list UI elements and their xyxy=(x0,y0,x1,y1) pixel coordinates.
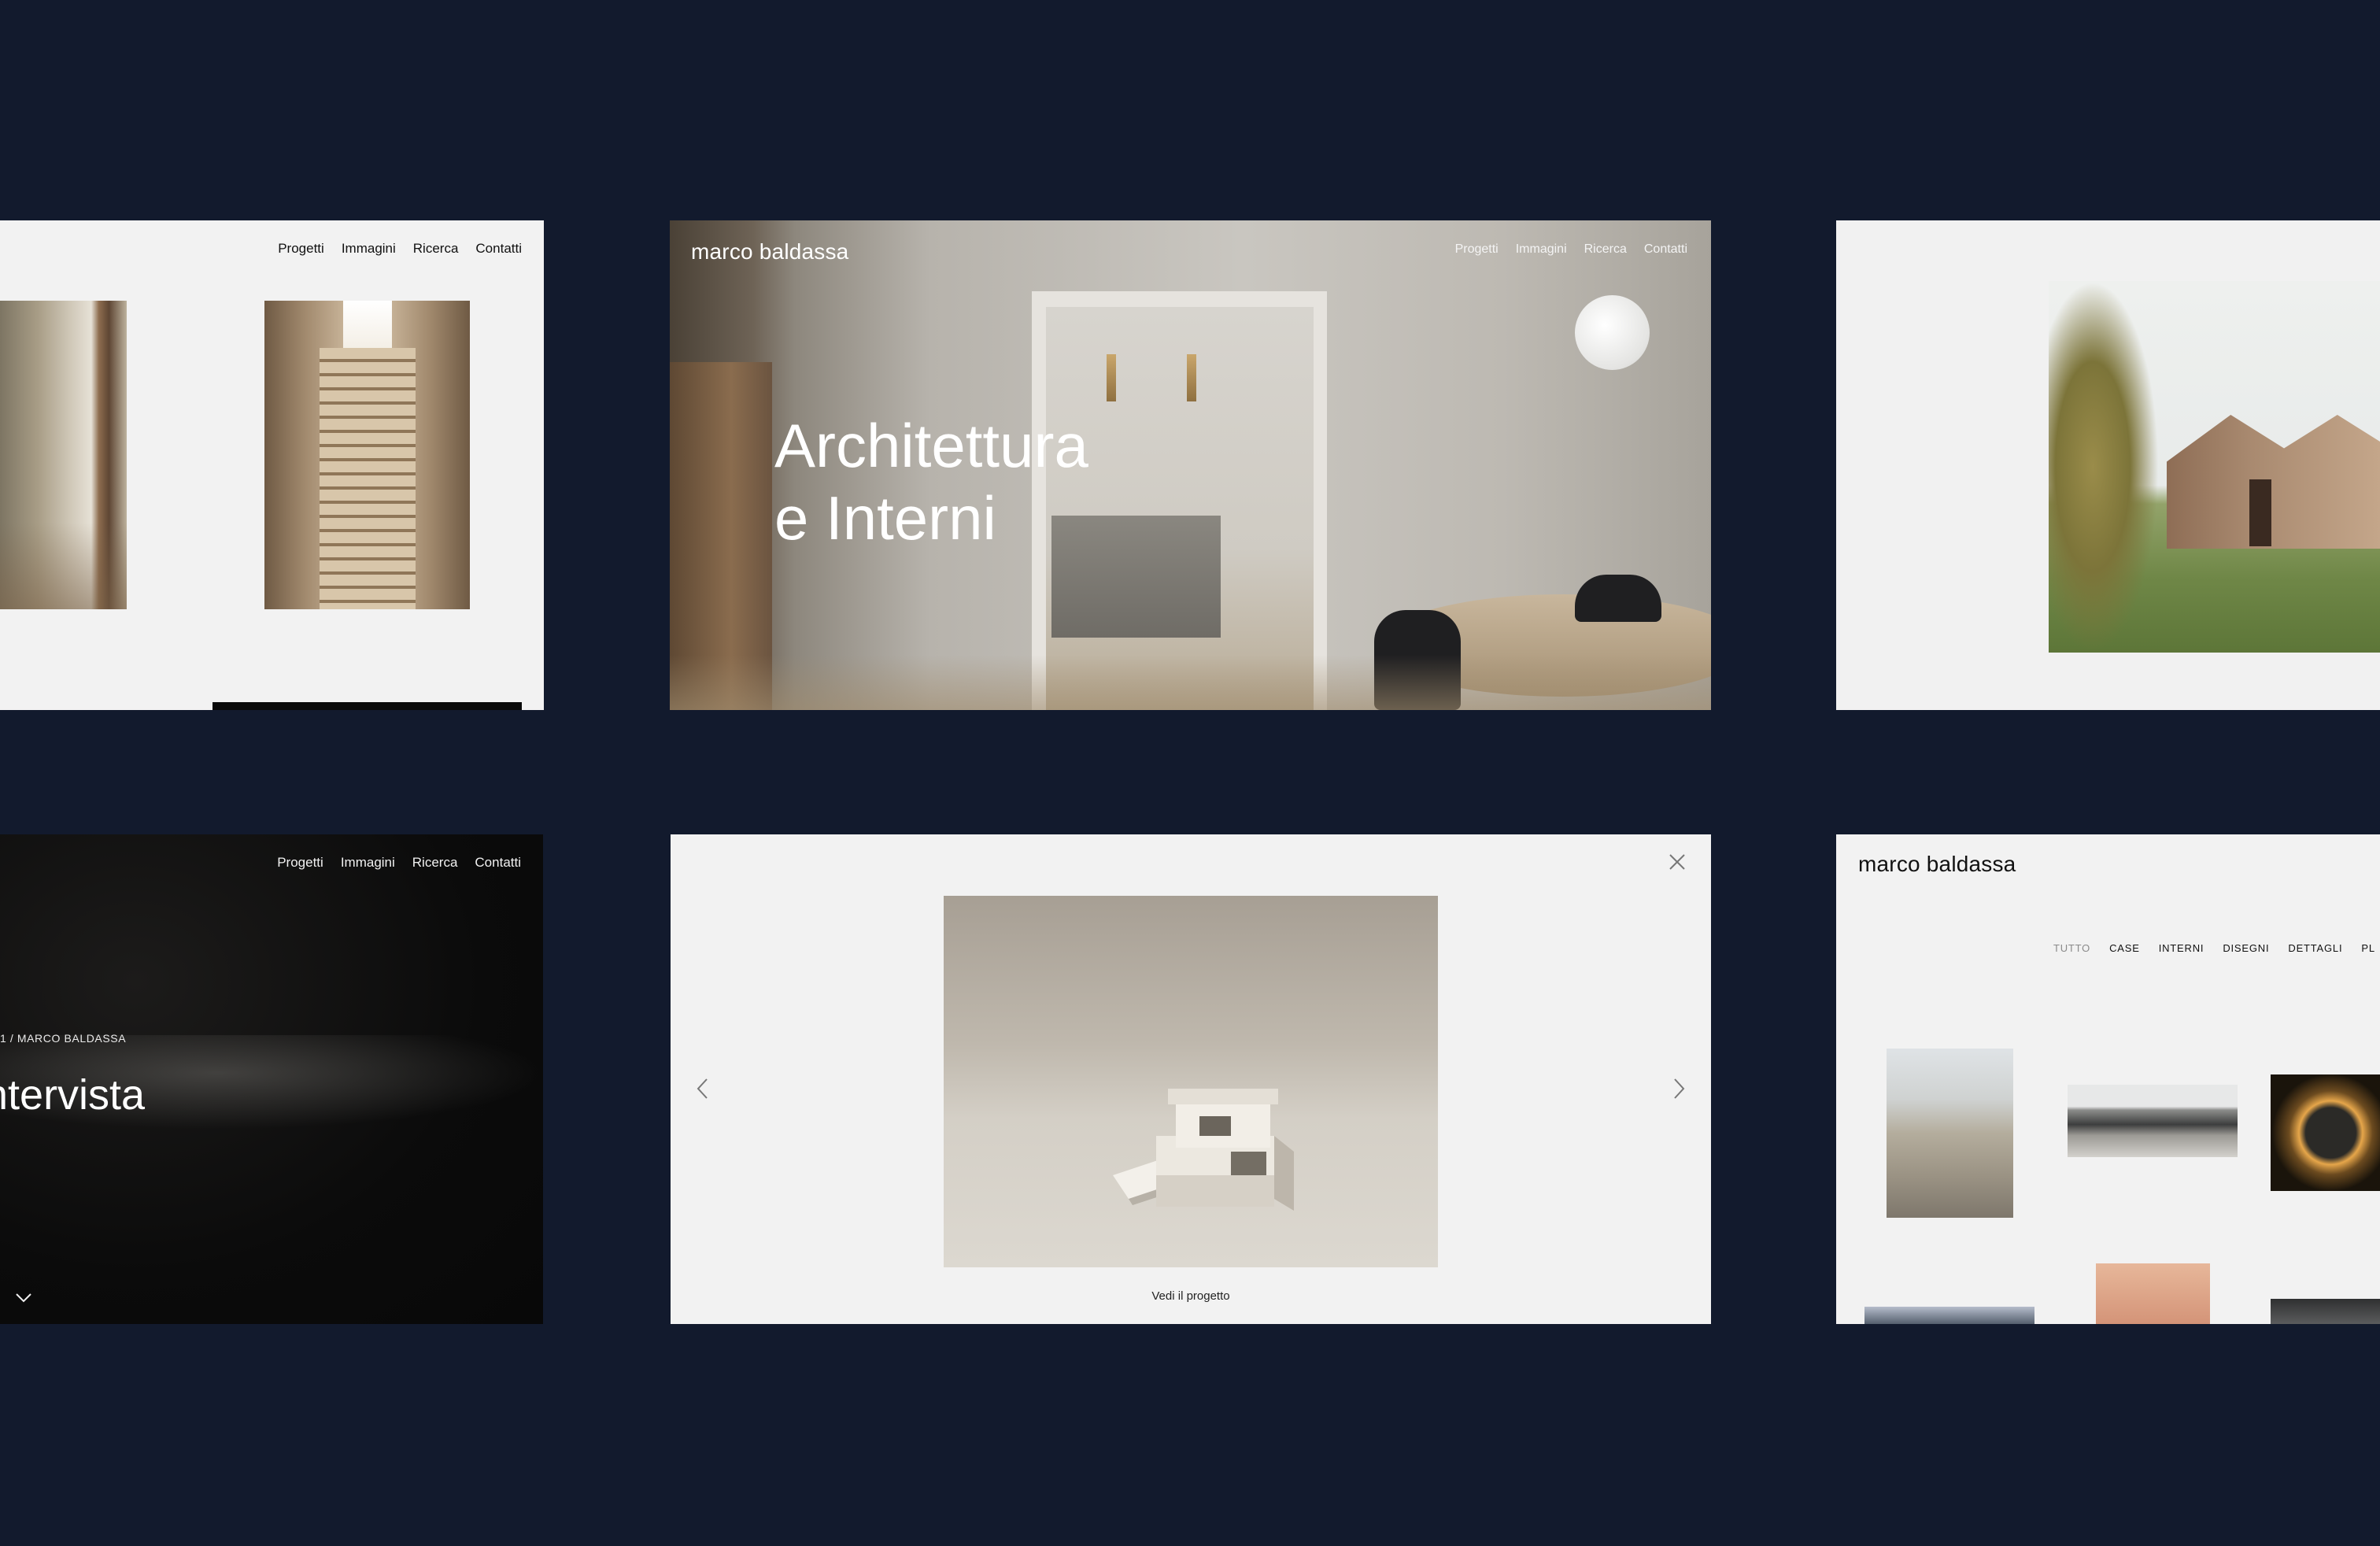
chevron-right-icon[interactable] xyxy=(1670,1077,1687,1100)
chair xyxy=(1575,575,1661,622)
site-logo[interactable]: marco baldassa xyxy=(1858,852,2016,877)
interview-card: Progetti Immagini Ricerca Contatti 1 / M… xyxy=(0,834,543,1324)
top-nav: Progetti Immagini Ricerca Contatti xyxy=(278,241,522,257)
filter-disegni[interactable]: DISEGNI xyxy=(2223,942,2269,954)
lightbox-card: Vedi il progetto xyxy=(671,834,1711,1324)
house-photo[interactable] xyxy=(2049,281,2380,653)
grid-thumbnail[interactable] xyxy=(2271,1299,2380,1324)
pendant-lamp xyxy=(1107,354,1116,401)
brick-house xyxy=(2167,415,2380,549)
nav-immagini[interactable]: Immagini xyxy=(1516,242,1567,257)
skylight xyxy=(343,301,392,348)
staircase-photo[interactable] xyxy=(264,301,470,609)
tree xyxy=(2049,281,2159,653)
house-door xyxy=(2249,479,2271,546)
grid-thumbnail[interactable] xyxy=(1864,1307,2034,1324)
breadcrumb: 1 / MARCO BALDASSA xyxy=(0,1032,127,1045)
nav-immagini[interactable]: Immagini xyxy=(341,855,395,871)
site-logo[interactable]: marco baldassa xyxy=(691,239,848,264)
floor xyxy=(670,655,1711,710)
filter-case[interactable]: CASE xyxy=(2109,942,2140,954)
hero-card: marco baldassa Progetti Immagini Ricerca… xyxy=(670,220,1711,710)
nav-ricerca[interactable]: Ricerca xyxy=(412,855,458,871)
filter-dettagli[interactable]: DETTAGLI xyxy=(2288,942,2342,954)
nav-progetti[interactable]: Progetti xyxy=(1455,242,1499,257)
nav-ricerca[interactable]: Ricerca xyxy=(1584,242,1627,257)
filter-tutto[interactable]: TUTTO xyxy=(2053,942,2090,954)
nav-immagini[interactable]: Immagini xyxy=(342,241,396,257)
nav-contatti[interactable]: Contatti xyxy=(1644,242,1687,257)
grid-thumbnail[interactable] xyxy=(2271,1074,2380,1191)
grid-thumbnail[interactable] xyxy=(2096,1263,2210,1324)
architecture-model xyxy=(1113,1089,1294,1211)
globe-lamp xyxy=(1575,295,1650,370)
hero-title: Architettura e Interni xyxy=(774,409,1088,554)
chevron-left-icon[interactable] xyxy=(694,1077,711,1100)
model-photo[interactable] xyxy=(944,896,1438,1267)
filter-interni[interactable]: INTERNI xyxy=(2159,942,2204,954)
nav-contatti[interactable]: Contatti xyxy=(475,855,521,871)
stair-steps xyxy=(320,348,416,609)
project-card xyxy=(1836,220,2380,710)
filter-more[interactable]: PL xyxy=(2361,942,2375,954)
chevron-down-icon[interactable] xyxy=(16,1293,31,1308)
grid-thumbnail[interactable] xyxy=(1887,1049,2013,1218)
nav-ricerca[interactable]: Ricerca xyxy=(413,241,459,257)
top-nav: Progetti Immagini Ricerca Contatti xyxy=(1455,242,1687,257)
nav-progetti[interactable]: Progetti xyxy=(277,855,323,871)
nav-contatti[interactable]: Contatti xyxy=(475,241,522,257)
nav-progetti[interactable]: Progetti xyxy=(278,241,324,257)
corridor-photo[interactable] xyxy=(0,301,127,609)
view-project-link[interactable]: Vedi il progetto xyxy=(671,1289,1711,1303)
filter-bar: TUTTO CASE INTERNI DISEGNI DETTAGLI PL xyxy=(2053,942,2375,954)
hero-title-line1: Architettura xyxy=(774,411,1088,480)
close-icon[interactable] xyxy=(1667,852,1687,872)
grid-thumbnail[interactable] xyxy=(2068,1085,2238,1157)
project-grid-card: marco baldassa TUTTO CASE INTERNI DISEGN… xyxy=(1836,834,2380,1324)
gallery-card-light: Progetti Immagini Ricerca Contatti xyxy=(0,220,544,710)
footer-bar xyxy=(213,702,522,710)
pendant-lamp xyxy=(1187,354,1196,401)
article-title: ntervista xyxy=(0,1071,146,1119)
top-nav: Progetti Immagini Ricerca Contatti xyxy=(277,855,521,871)
hero-title-line2: e Interni xyxy=(774,483,996,553)
